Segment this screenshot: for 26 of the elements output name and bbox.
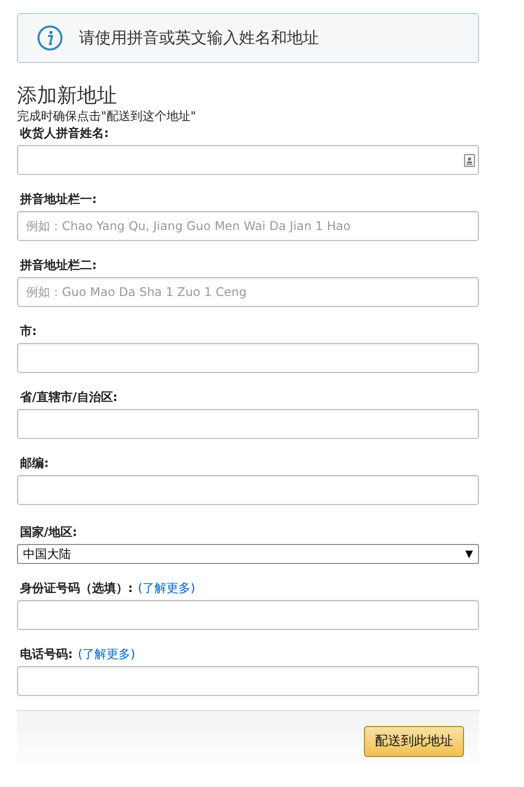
contact-card-icon[interactable]	[464, 154, 475, 167]
field-label: 市:	[20, 324, 37, 338]
field-label: 邮编:	[20, 456, 49, 470]
info-icon	[37, 25, 63, 51]
instruction-text: 完成时确保点击"配送到这个地址"	[17, 109, 198, 123]
country-select[interactable]: 中国大陆 ▼	[17, 544, 479, 564]
field-label: 拼音地址栏一:	[20, 192, 97, 206]
field-label: 身份证号码（选填）:	[20, 581, 133, 595]
submit-button[interactable]: 配送到此地址	[364, 726, 464, 757]
text-field[interactable]	[17, 666, 479, 696]
field-label: 电话号码:	[20, 647, 73, 661]
text-field[interactable]	[17, 343, 479, 373]
text-field[interactable]: 例如：Guo Mao Da Sha 1 Zuo 1 Ceng	[17, 277, 479, 307]
text-field[interactable]	[17, 145, 479, 175]
field-label: 收货人拼音姓名:	[20, 126, 109, 140]
field-label: 国家/地区:	[20, 525, 78, 539]
page-heading: 添加新地址	[17, 83, 118, 107]
field-label: 拼音地址栏二:	[20, 258, 97, 272]
field-label: 省/直辖市/自治区:	[20, 390, 118, 404]
notice-text: 请使用拼音或英文输入姓名和地址	[79, 27, 319, 49]
learn-more-link[interactable]: (了解更多)	[78, 647, 136, 661]
text-field[interactable]	[17, 409, 479, 439]
text-field[interactable]	[17, 600, 479, 630]
text-field[interactable]: 例如：Chao Yang Qu, Jiang Guo Men Wai Da Jian 1 Hao	[17, 211, 479, 241]
learn-more-link[interactable]: (了解更多)	[138, 581, 196, 595]
text-field[interactable]	[17, 475, 479, 505]
